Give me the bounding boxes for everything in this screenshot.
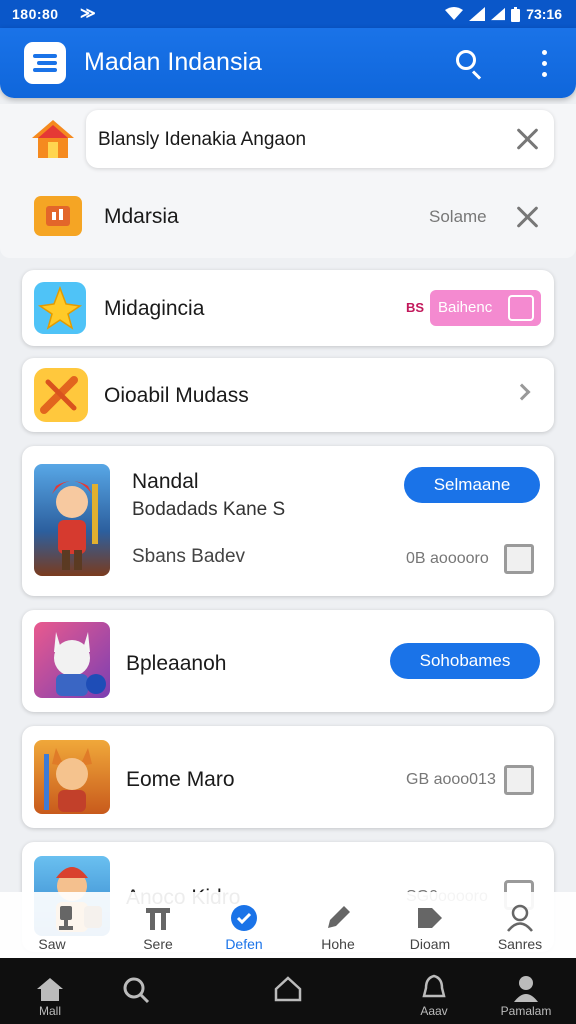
wifi-icon [445, 7, 464, 20]
pencil-icon [328, 906, 350, 928]
battery-icon [511, 6, 521, 22]
nav-label: Aaav [420, 1004, 448, 1018]
app-logo-icon[interactable] [24, 42, 66, 84]
image-icon [508, 295, 534, 321]
tools-icon [146, 908, 170, 930]
nav-mall[interactable]: Mall [10, 958, 90, 1024]
status-time-left: 180:80 [12, 6, 59, 22]
home-icon [37, 978, 63, 1001]
pink-badge[interactable]: Baihenc [430, 290, 541, 326]
tab-sere[interactable]: Sere [118, 892, 198, 958]
status-bar: 180:80 ≫ 73:16 [0, 0, 576, 28]
game-avatar [34, 740, 110, 814]
tab-label: Hohe [321, 936, 355, 952]
game-title: Nandal [132, 470, 199, 493]
game-avatar [34, 464, 110, 576]
nav-home[interactable] [248, 958, 328, 1024]
game-card-eome-maro[interactable]: Eome Maro GB aooo013 [22, 726, 554, 828]
game-meta: 0B aooooro [406, 550, 489, 567]
nav-label: Mall [38, 1004, 61, 1018]
search-field[interactable]: Blansly Idenakia Angaon [86, 110, 554, 168]
tab-label: Defen [225, 936, 263, 952]
close-icon-2[interactable] [514, 203, 542, 231]
checkbox[interactable] [504, 765, 534, 795]
tab-dioam[interactable]: Dioam [390, 892, 470, 958]
status-time-right: 73:16 [526, 6, 562, 22]
game-title: Bpleaanoh [126, 652, 227, 675]
notification-icon: ≫ [80, 5, 96, 22]
game-action-button[interactable]: Selmaane [404, 467, 540, 503]
system-nav-bar: Mall Aaav Pamalam [0, 958, 576, 1024]
tab-sanres[interactable]: Sanres [480, 892, 560, 958]
game-extra: Sbans Badev [132, 546, 246, 567]
menu-row-meta: Solame [429, 207, 487, 226]
nav-aaav[interactable]: Aaav [394, 958, 474, 1024]
search-field-value: Blansly Idenakia Angaon [98, 129, 307, 150]
search-icon [123, 977, 150, 1004]
home-outline-icon [274, 976, 302, 1002]
search-icon[interactable] [448, 44, 488, 84]
home-icon[interactable] [30, 118, 76, 160]
tab-saw[interactable]: Saw [26, 892, 106, 958]
tab-label: Dioam [409, 936, 451, 952]
game-action-button[interactable]: Sohobames [390, 643, 540, 679]
game-subtitle: Bodadads Kane S [132, 499, 286, 520]
game-meta: GB aooo013 [406, 771, 496, 788]
person-icon [507, 904, 533, 932]
app-bar: Madan Indansia [0, 28, 576, 98]
menu-card-midagincia[interactable]: Midagincia BS Baihenc [22, 270, 554, 346]
signal-icon [469, 7, 486, 21]
nav-pamalam[interactable]: Pamalam [486, 958, 566, 1024]
tag-icon [418, 908, 442, 928]
bottom-tab-bar: Saw Sere Defen Hohe Dioam Sanres [0, 892, 576, 958]
nav-label: Pamalam [500, 1004, 552, 1018]
menu-card-oioabil[interactable]: Oioabil Mudass [22, 358, 554, 432]
wand-app-icon [34, 368, 88, 422]
tab-label: Sanres [497, 936, 543, 952]
ticket-icon[interactable] [32, 192, 84, 240]
person-icon [514, 976, 538, 1002]
star-app-icon [34, 282, 86, 334]
nav-search[interactable] [96, 958, 176, 1024]
card-title: Oioabil Mudass [104, 384, 249, 407]
game-avatar [34, 622, 110, 698]
app-title: Madan Indansia [84, 48, 262, 76]
pink-badge-label: Baihenc [438, 299, 493, 316]
tab-label: Sere [143, 936, 173, 952]
menu-row-label[interactable]: Mdarsia [104, 205, 179, 229]
tab-label: Saw [38, 936, 66, 952]
game-title: Eome Maro [126, 768, 235, 791]
bell-icon [422, 974, 446, 998]
more-vert-icon[interactable] [532, 46, 556, 82]
trophy-icon [59, 906, 73, 930]
tab-hohe[interactable]: Hohe [298, 892, 378, 958]
checkbox[interactable] [504, 544, 534, 574]
signal-icon-2 [491, 7, 506, 21]
close-icon[interactable] [514, 125, 542, 153]
badge-prefix: BS [406, 300, 425, 315]
tab-defen[interactable]: Defen [204, 892, 284, 958]
status-icons: 73:16 [445, 6, 562, 22]
game-card-bpleaanoh[interactable]: Bpleaanoh Sohobames [22, 610, 554, 712]
chevron-right-icon[interactable] [513, 383, 531, 401]
game-card-nandal[interactable]: Nandal Bodadads Kane S Sbans Badev Selma… [22, 446, 554, 596]
card-title: Midagincia [104, 297, 205, 320]
check-badge-icon [231, 905, 257, 931]
